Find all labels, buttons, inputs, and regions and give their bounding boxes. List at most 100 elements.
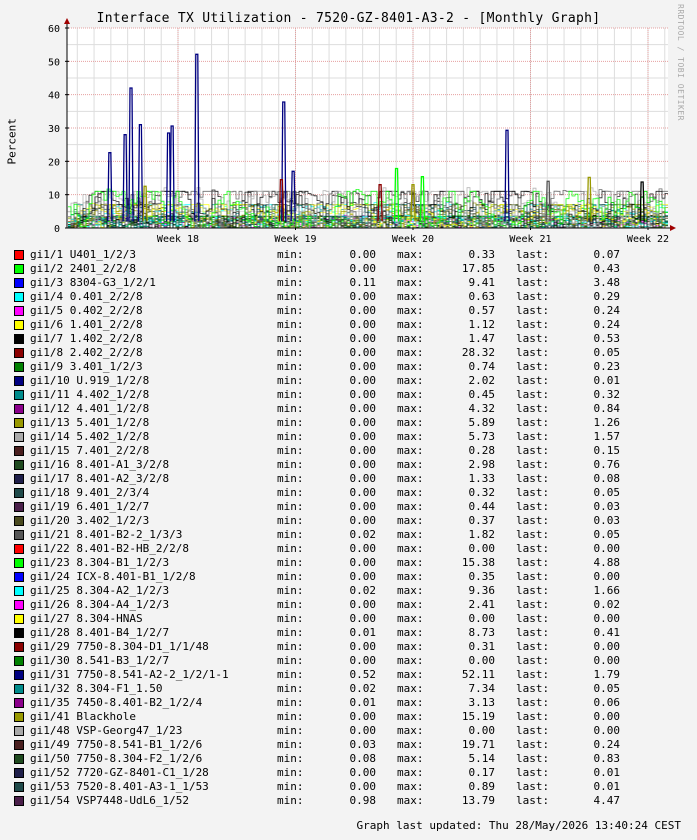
y-tick-label: 60 (48, 24, 60, 35)
min-label: min: (277, 766, 304, 779)
last-label: last: (516, 682, 550, 695)
max-label: max: (397, 556, 424, 569)
legend-swatch (14, 334, 24, 344)
last-label: last: (516, 388, 550, 401)
last-label: last: (516, 668, 550, 681)
legend-series-name: gi1/54 VSP7448-UdL6_1/52 (30, 794, 189, 807)
max-value: 0.89 (468, 780, 496, 793)
max-label: max: (397, 780, 424, 793)
max-label: max: (397, 766, 424, 779)
min-value: 0.00 (349, 486, 377, 499)
legend-swatch (14, 390, 24, 400)
legend-swatch (14, 278, 24, 288)
legend-swatch (14, 712, 24, 722)
legend-series-name: gi1/32 8.304-F1_1.50 (30, 682, 163, 695)
last-value: 1.66 (593, 584, 621, 597)
last-label: last: (516, 262, 550, 275)
last-value: 0.83 (593, 752, 621, 765)
last-label: last: (516, 318, 550, 331)
min-label: min: (277, 276, 304, 289)
max-label: max: (397, 682, 424, 695)
max-label: max: (397, 640, 424, 653)
legend-swatch (14, 362, 24, 372)
min-label: min: (277, 570, 304, 583)
max-label: max: (397, 262, 424, 275)
legend-series-name: gi1/49 7750-8.541-B1_1/2/6 (30, 738, 203, 751)
legend-swatch (14, 516, 24, 526)
min-value: 0.00 (349, 654, 377, 667)
last-label: last: (516, 528, 550, 541)
legend-series-name: gi1/48 VSP-Georg47_1/23 (30, 724, 183, 737)
last-label: last: (516, 556, 550, 569)
max-value: 5.14 (468, 752, 496, 765)
min-value: 0.03 (349, 738, 377, 751)
legend-swatch (14, 614, 24, 624)
last-label: last: (516, 640, 550, 653)
max-value: 7.34 (468, 682, 496, 695)
max-value: 0.00 (468, 612, 496, 625)
last-value: 0.00 (593, 612, 621, 625)
legend-series-name: gi1/2 2401_2/2/8 (30, 262, 136, 275)
min-value: 0.00 (349, 248, 377, 261)
min-value: 0.00 (349, 388, 377, 401)
last-value: 0.05 (593, 682, 621, 695)
max-label: max: (397, 598, 424, 611)
legend-swatch (14, 684, 24, 694)
min-value: 0.52 (349, 668, 377, 681)
legend-swatch (14, 320, 24, 330)
legend-swatch (14, 418, 24, 428)
max-value: 1.12 (468, 318, 496, 331)
last-label: last: (516, 346, 550, 359)
legend-swatch (14, 558, 24, 568)
last-value: 0.00 (593, 710, 621, 723)
min-value: 0.00 (349, 262, 377, 275)
max-label: max: (397, 486, 424, 499)
last-value: 0.24 (593, 304, 621, 317)
max-value: 1.47 (468, 332, 496, 345)
min-label: min: (277, 752, 304, 765)
last-value: 0.00 (593, 654, 621, 667)
min-value: 0.00 (349, 332, 377, 345)
legend-series-name: gi1/12 4.401_1/2/8 (30, 402, 150, 415)
legend-series-name: gi1/27 8.304-HNAS (30, 612, 143, 625)
legend-series-name: gi1/35 7450-8.401-B2_1/2/4 (30, 696, 203, 709)
max-label: max: (397, 654, 424, 667)
legend-series-name: gi1/50 7750-8.304-F2_1/2/6 (30, 752, 203, 765)
legend-swatch (14, 306, 24, 316)
last-value: 0.07 (593, 248, 621, 261)
min-label: min: (277, 444, 304, 457)
max-value: 0.74 (468, 360, 496, 373)
y-tick-label: 40 (48, 91, 60, 102)
min-label: min: (277, 528, 304, 541)
min-label: min: (277, 500, 304, 513)
max-label: max: (397, 668, 424, 681)
last-value: 1.26 (593, 416, 621, 429)
x-tick-label: Week 19 (274, 234, 316, 245)
min-label: min: (277, 724, 304, 737)
min-value: 0.00 (349, 430, 377, 443)
max-label: max: (397, 430, 424, 443)
last-value: 0.02 (593, 598, 621, 611)
last-label: last: (516, 794, 550, 807)
max-value: 0.00 (468, 654, 496, 667)
legend-series-name: gi1/29 7750-8.304-D1_1/1/48 (30, 640, 209, 653)
min-value: 0.00 (349, 710, 377, 723)
min-value: 0.01 (349, 626, 377, 639)
last-label: last: (516, 304, 550, 317)
legend-swatch (14, 698, 24, 708)
max-value: 17.85 (461, 262, 495, 275)
max-label: max: (397, 402, 424, 415)
last-label: last: (516, 276, 550, 289)
legend-swatch (14, 544, 24, 554)
y-axis-ticks: 0 10 20 30 40 50 60 (48, 24, 69, 235)
legend-swatch (14, 404, 24, 414)
max-value: 52.11 (461, 668, 495, 681)
x-tick-label: Week 21 (509, 234, 551, 245)
min-value: 0.00 (349, 318, 377, 331)
legend-swatch (14, 530, 24, 540)
legend-series-name: gi1/14 5.402_1/2/8 (30, 430, 150, 443)
min-value: 0.00 (349, 556, 377, 569)
min-label: min: (277, 402, 304, 415)
min-value: 0.00 (349, 612, 377, 625)
last-label: last: (516, 542, 550, 555)
